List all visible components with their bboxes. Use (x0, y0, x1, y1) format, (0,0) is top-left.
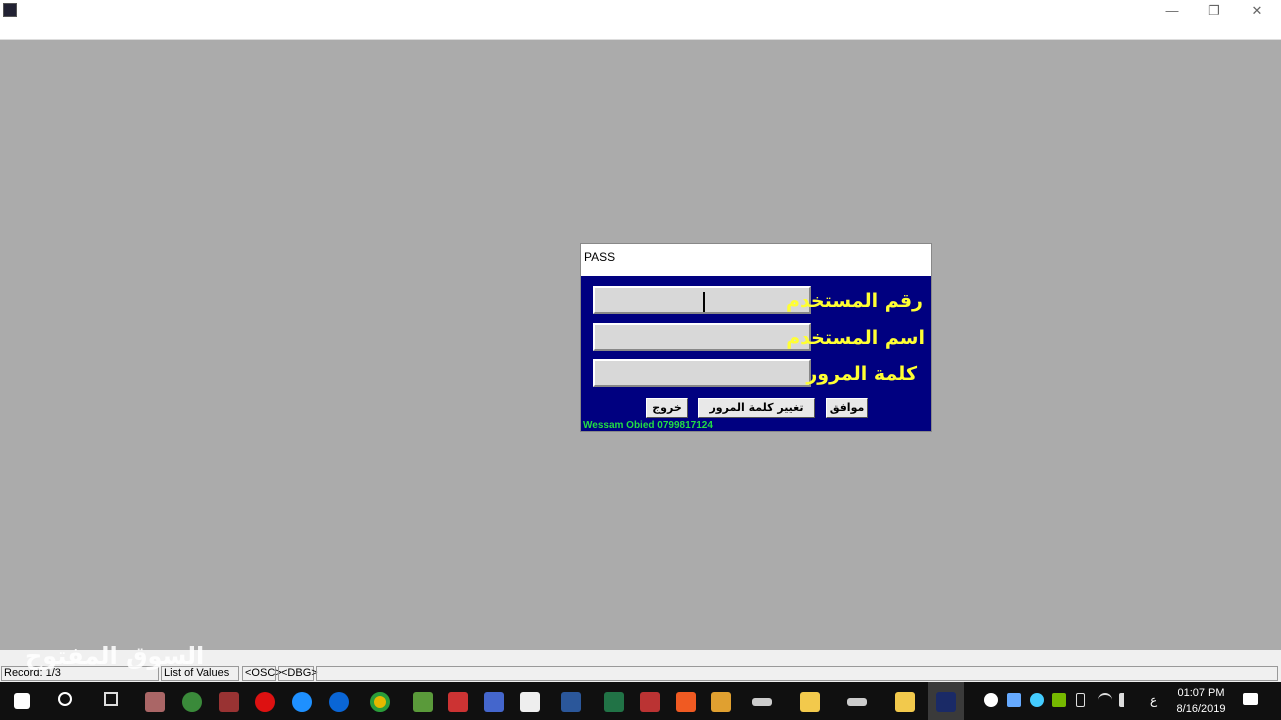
display-icon[interactable] (1007, 693, 1021, 707)
developer-credit: Wessam Obied 0799817124 (583, 420, 713, 431)
app-icon-2[interactable] (219, 692, 239, 712)
status-message (316, 666, 1278, 681)
app-icon-8[interactable] (711, 692, 731, 712)
dbg-indicator: <DBG> (278, 666, 318, 681)
forms-app-icon (936, 692, 956, 712)
chrome-icon[interactable] (370, 692, 390, 712)
minimize-button[interactable]: — (1152, 2, 1192, 20)
app-icon-5[interactable] (484, 692, 504, 712)
folder-icon-1[interactable] (800, 692, 820, 712)
username-label: اسم المستخدم (786, 327, 925, 349)
search-icon[interactable] (58, 692, 72, 706)
drive-icon-1[interactable] (752, 698, 772, 706)
network-app-icon[interactable] (1030, 693, 1044, 707)
app-titlebar: — ❐ ✕ (0, 0, 1281, 40)
text-caret (703, 292, 705, 312)
app-icon (3, 3, 17, 17)
change-password-button[interactable]: تغيير كلمة المرور (698, 398, 815, 418)
app-icon-1[interactable] (145, 692, 165, 712)
security-icon[interactable] (984, 693, 998, 707)
username-input[interactable] (593, 323, 811, 351)
osc-indicator: <OSC> (242, 666, 282, 681)
usb-icon[interactable] (1076, 693, 1085, 707)
active-app-tab[interactable] (928, 682, 964, 720)
app-icon-7[interactable] (640, 692, 660, 712)
restore-button[interactable]: ❐ (1194, 2, 1234, 20)
dialog-title: PASS (581, 244, 931, 276)
clock-time: 01:07 PM (1177, 687, 1225, 699)
notifications-icon[interactable] (1243, 693, 1258, 705)
app-icon-6[interactable] (520, 692, 540, 712)
clock[interactable]: 01:07 PM 8/16/2019 (1170, 685, 1232, 717)
brave-icon[interactable] (676, 692, 696, 712)
task-view-icon[interactable] (104, 692, 118, 706)
drive-icon-2[interactable] (847, 698, 867, 706)
excel-icon[interactable] (604, 692, 624, 712)
nvidia-icon[interactable] (1052, 693, 1066, 707)
opera-icon[interactable] (255, 692, 275, 712)
exit-button[interactable]: خروج (646, 398, 688, 418)
language-indicator[interactable]: ع (1150, 693, 1157, 707)
edge-icon[interactable] (329, 692, 349, 712)
app-icon-3[interactable] (413, 692, 433, 712)
folder-icon-2[interactable] (895, 692, 915, 712)
internet-explorer-icon[interactable] (292, 692, 312, 712)
start-windows-icon[interactable] (14, 693, 30, 709)
word-icon[interactable] (561, 692, 581, 712)
download-manager-icon[interactable] (182, 692, 202, 712)
login-dialog: PASS رقم المستخدم اسم المستخدم كلمة المر… (580, 243, 932, 432)
ok-button[interactable]: موافق (826, 398, 868, 418)
password-label: كلمة المرور (806, 363, 917, 385)
clock-date: 8/16/2019 (1176, 703, 1226, 715)
volume-icon[interactable] (1119, 693, 1133, 707)
password-input[interactable] (593, 359, 811, 387)
watermark-arabic: السوق المفتوح (25, 642, 205, 670)
app-icon-4[interactable] (448, 692, 468, 712)
close-button[interactable]: ✕ (1237, 2, 1277, 20)
user-number-input[interactable] (593, 286, 811, 314)
taskbar: ع 01:07 PM 8/16/2019 (0, 682, 1281, 720)
user-number-label: رقم المستخدم (786, 290, 923, 312)
wifi-icon[interactable] (1098, 693, 1112, 707)
